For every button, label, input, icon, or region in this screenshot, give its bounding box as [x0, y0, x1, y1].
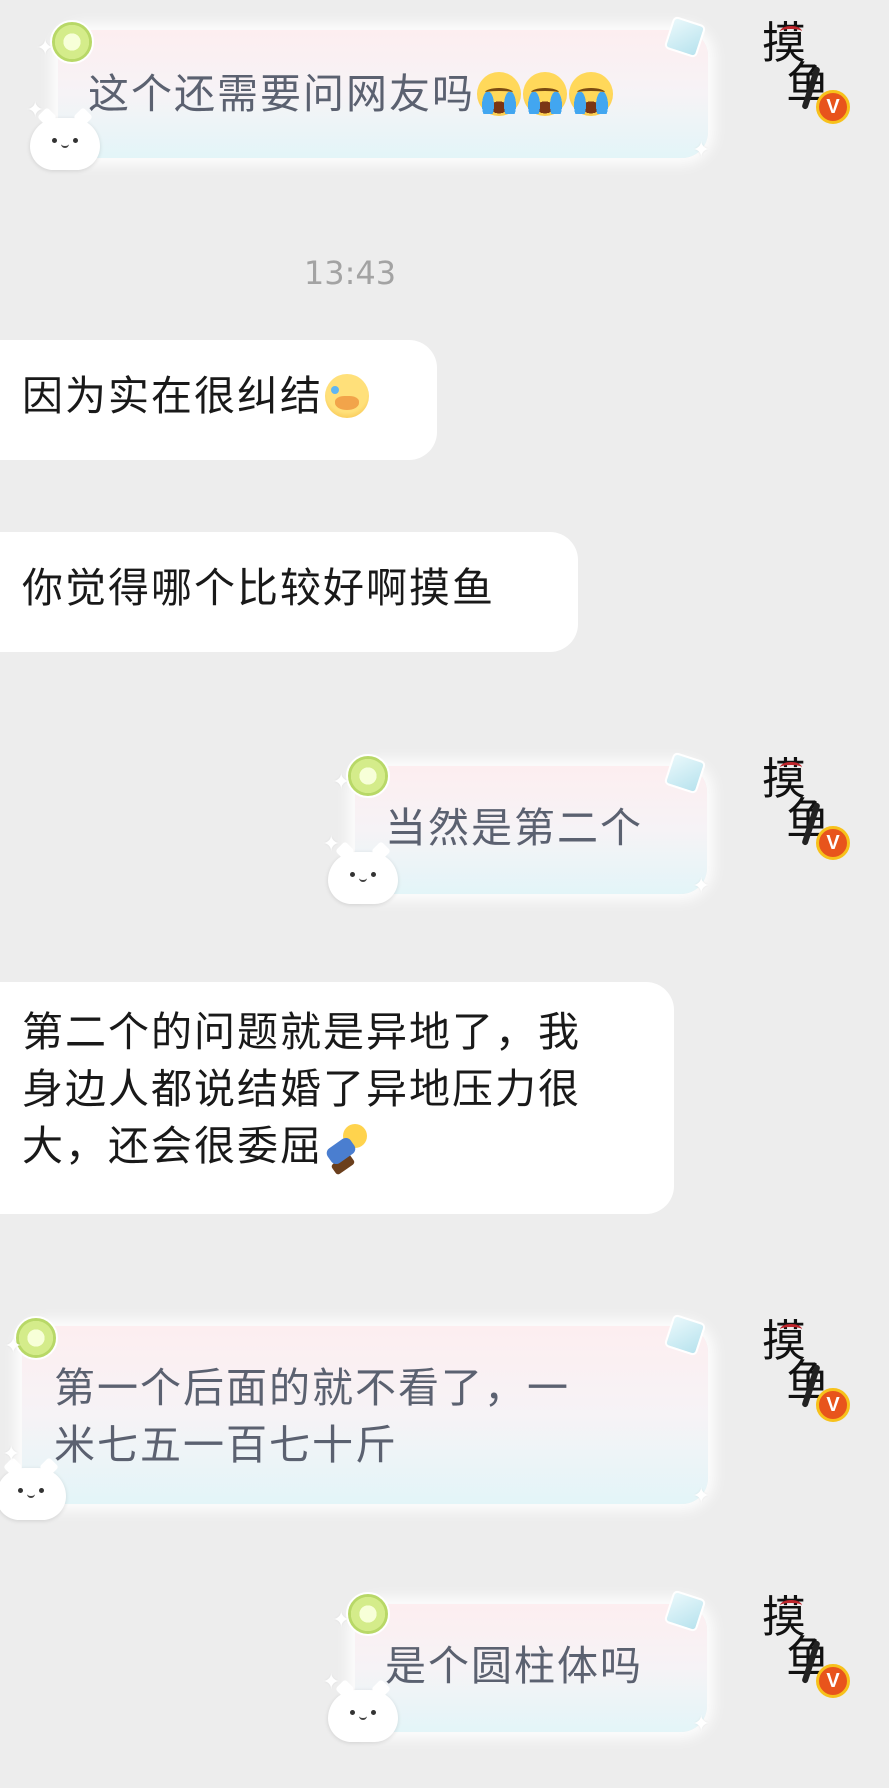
sparkle-icon: ✦ — [332, 770, 351, 795]
sparkle-icon: ✦ — [692, 138, 711, 163]
cat-sticker-icon — [0, 1468, 66, 1520]
outgoing-message-bubble[interactable]: 当然是第二个 — [355, 766, 707, 894]
lime-sticker-icon — [346, 1592, 390, 1636]
incoming-message-bubble[interactable]: 因为实在很纠结 — [0, 340, 437, 460]
sparkle-icon: ✦ — [4, 1334, 23, 1359]
holding-back-tears-icon — [325, 374, 369, 418]
outgoing-message-bubble[interactable]: 是个圆柱体吗 — [355, 1604, 707, 1732]
crying-face-icon — [523, 72, 567, 116]
message-text: 因为实在很纠结 — [22, 372, 323, 420]
message-timestamp: 13:43 — [303, 254, 397, 292]
contact-avatar[interactable]: 摸 鱼 V — [756, 1320, 850, 1422]
sparkle-icon: ✦ — [322, 832, 341, 857]
red-mark-icon — [780, 1600, 802, 1611]
red-mark-icon — [780, 762, 802, 773]
message-text: 当然是第二个 — [385, 804, 643, 852]
sparkle-icon: ✦ — [36, 36, 55, 61]
outgoing-message-bubble[interactable]: 这个还需要问网友吗 — [58, 30, 708, 158]
message-line: 第一个后面的就不看了，一 — [54, 1364, 570, 1412]
sparkle-icon: ✦ — [322, 1670, 341, 1695]
sparkle-icon: ✦ — [2, 1442, 21, 1467]
lime-sticker-icon — [346, 754, 390, 798]
sparkle-icon: ✦ — [692, 1712, 711, 1737]
outgoing-message-bubble[interactable]: 第一个后面的就不看了，一 米七五一百七十斤 — [22, 1326, 708, 1504]
sparkle-icon: ✦ — [692, 874, 711, 899]
message-line: 米七五一百七十斤 — [54, 1421, 398, 1469]
contact-avatar[interactable]: 摸 鱼 V — [756, 1596, 850, 1698]
incoming-message-bubble[interactable]: 第二个的问题就是异地了，我 身边人都说结婚了异地压力很 大，还会很委屈 — [0, 982, 674, 1214]
verified-badge: V — [816, 1388, 850, 1422]
contact-avatar[interactable]: 摸 鱼 V — [756, 758, 850, 860]
message-line: 大，还会很委屈 — [22, 1122, 323, 1170]
cat-sticker-icon — [328, 1690, 398, 1742]
verified-badge: V — [816, 826, 850, 860]
sparkle-icon: ✦ — [692, 1484, 711, 1509]
crying-face-icon — [477, 72, 521, 116]
cat-sticker-icon — [328, 852, 398, 904]
crying-face-icon — [569, 72, 613, 116]
message-line: 身边人都说结婚了异地压力很 — [22, 1065, 581, 1113]
contact-avatar[interactable]: 摸 鱼 V — [756, 22, 850, 124]
falling-person-icon — [325, 1124, 369, 1168]
lime-sticker-icon — [50, 20, 94, 64]
sparkle-icon: ✦ — [332, 1608, 351, 1633]
verified-badge: V — [816, 90, 850, 124]
message-text: 你觉得哪个比较好啊摸鱼 — [22, 564, 495, 612]
message-text: 这个还需要问网友吗 — [88, 66, 708, 123]
incoming-message-bubble[interactable]: 你觉得哪个比较好啊摸鱼 — [0, 532, 578, 652]
message-text: 是个圆柱体吗 — [385, 1642, 643, 1690]
sparkle-icon: ✦ — [26, 98, 45, 123]
verified-badge: V — [816, 1664, 850, 1698]
cat-sticker-icon — [30, 118, 100, 170]
message-line: 第二个的问题就是异地了，我 — [22, 1008, 581, 1056]
red-mark-icon — [780, 26, 802, 37]
red-mark-icon — [780, 1324, 802, 1335]
